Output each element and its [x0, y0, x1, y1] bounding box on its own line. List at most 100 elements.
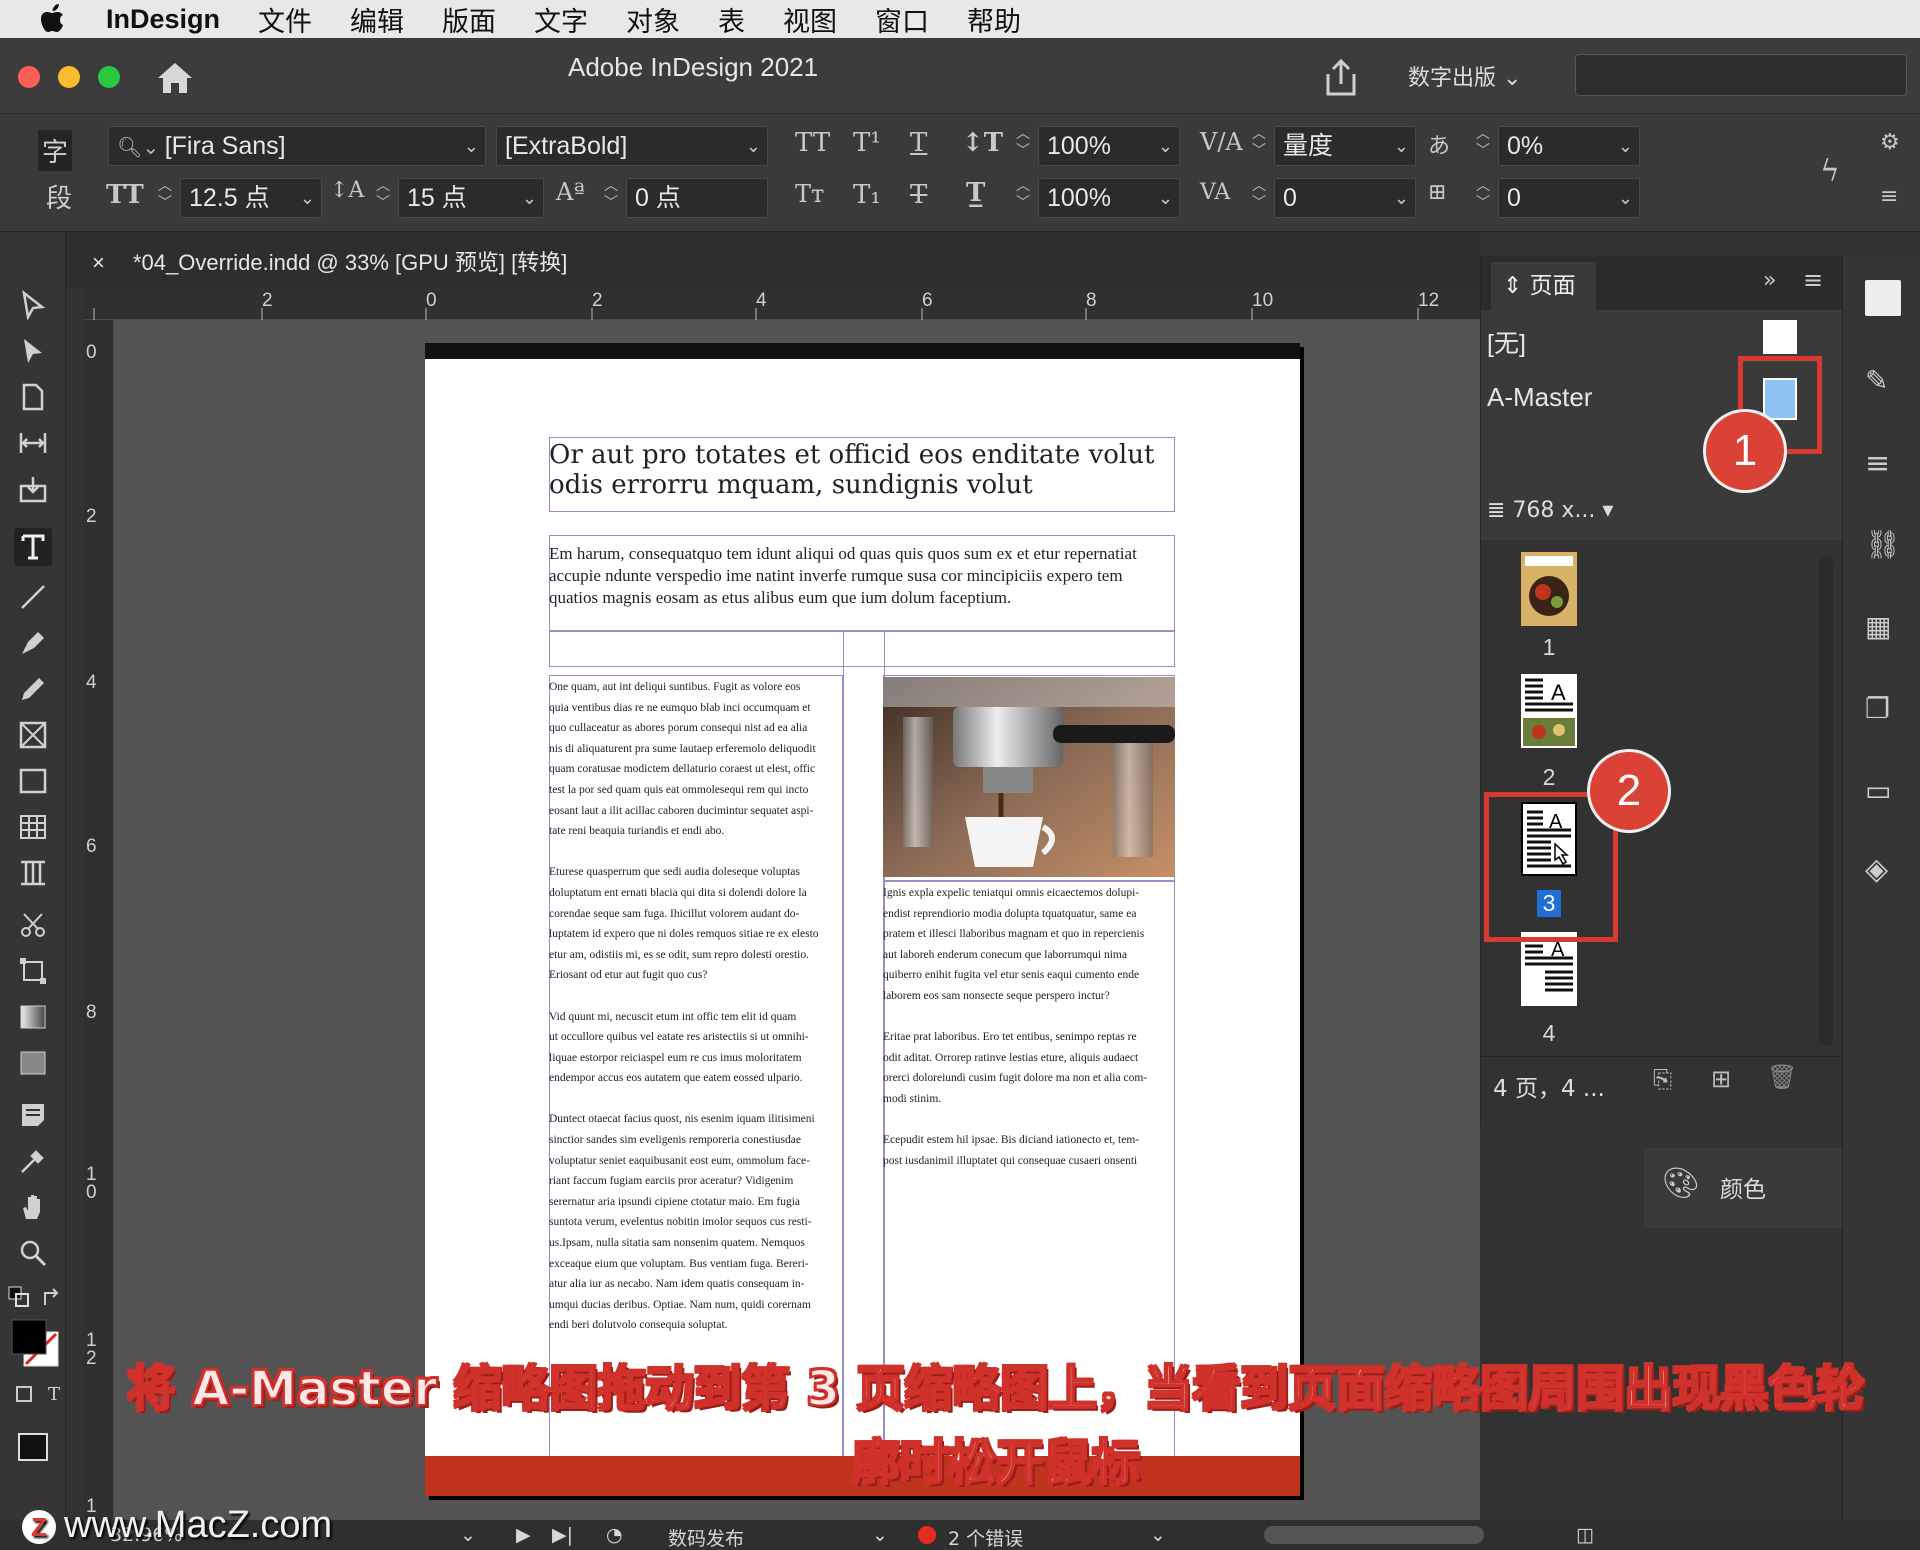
type-tool-icon[interactable] [14, 528, 52, 566]
preflight-icon[interactable]: ◔ [606, 1524, 623, 1546]
edit-page-size-icon[interactable]: ⎘ [1653, 1065, 1672, 1093]
gear-icon[interactable]: ⚙ [1880, 130, 1900, 155]
document-page[interactable]: Or aut pro totates et officid eos endita… [425, 343, 1300, 1496]
screen-mode-icon[interactable] [14, 1428, 52, 1466]
baseline-shift-stepper[interactable]: ︿ ﹀ [600, 178, 622, 218]
workspace-switcher[interactable]: 数字出版 ⌄ [1408, 60, 1521, 92]
zoom-window-button[interactable] [98, 66, 120, 88]
menu-help[interactable]: 帮助 [967, 0, 1021, 39]
chevron-down-icon[interactable]: ⌄ [300, 179, 315, 217]
gradient-feather-tool-icon[interactable] [14, 1044, 52, 1082]
close-tab-icon[interactable]: × [92, 250, 105, 275]
eyedropper-tool-icon[interactable] [14, 1142, 52, 1180]
lightning-icon[interactable]: ϟ [1820, 154, 1840, 189]
menu-type[interactable]: 文字 [534, 0, 588, 39]
chevron-down-icon[interactable]: ⌄ [1618, 179, 1633, 217]
free-transform-tool-icon[interactable] [14, 952, 52, 990]
horizontal-scale-stepper[interactable]: ︿ ﹀ [1012, 178, 1034, 218]
baseline-shift-field[interactable]: 0 点 [626, 178, 768, 218]
menu-file[interactable]: 文件 [258, 0, 312, 39]
paragraph-mode-button[interactable]: 段 [46, 178, 72, 215]
articles-icon[interactable]: ❐ [1865, 692, 1901, 728]
horizontal-scale-field[interactable]: 100% ⌄ [1038, 178, 1180, 218]
error-count[interactable]: 2 个错误 [948, 1524, 1023, 1550]
superscript-button[interactable]: T¹ [853, 128, 881, 158]
line-tool-icon[interactable] [14, 578, 52, 616]
last-page-icon[interactable]: ▶| [552, 1524, 573, 1546]
zoom-tool-icon[interactable] [14, 1234, 52, 1272]
table-tool-2-icon[interactable] [14, 854, 52, 892]
horizontal-scrollbar[interactable] [1264, 1526, 1484, 1544]
kerning-stepper[interactable]: ︿ ﹀ [1248, 126, 1270, 166]
menu-view[interactable]: 视图 [783, 0, 837, 39]
horizontal-ruler[interactable]: 2 0 2 4 6 8 10 12 [84, 288, 1480, 320]
document-tab[interactable]: × *04_Override.indd @ 33% [GPU 预览] [转换] [92, 245, 567, 287]
search-input[interactable] [1575, 54, 1907, 96]
trash-icon[interactable]: 🗑︎ [1767, 1063, 1797, 1091]
pages-scrollbar[interactable] [1819, 556, 1833, 1046]
tracking-field[interactable]: 0 ⌄ [1274, 178, 1416, 218]
menu-table[interactable]: 表 [718, 0, 745, 39]
next-page-icon[interactable]: ▶ [516, 1524, 531, 1546]
vertical-ruler[interactable]: 0 2 4 6 8 1 0 1 2 1 [84, 320, 114, 1520]
chevron-down-icon[interactable]: ⌄ [460, 1524, 476, 1546]
underline-button[interactable]: T [910, 128, 927, 158]
formatting-container-icon[interactable] [12, 1382, 36, 1406]
color-panel-collapsed[interactable]: 🎨︎ 颜色 [1644, 1148, 1842, 1228]
table-tool-icon[interactable] [14, 808, 52, 846]
gradient-swatch-tool-icon[interactable] [14, 998, 52, 1036]
vertical-scale-field[interactable]: 100% ⌄ [1038, 126, 1180, 166]
pages-panel-tab[interactable]: ⇕ 页面 [1491, 262, 1596, 310]
menu-window[interactable]: 窗口 [875, 0, 929, 39]
font-family-field[interactable]: 🔍︎⌄ [Fira Sans] ⌄ [108, 126, 486, 166]
panel-menu-icon[interactable]: ≡ [1880, 184, 1898, 209]
content-panel-icon[interactable]: ✎ [1865, 364, 1901, 400]
scissors-tool-icon[interactable] [14, 906, 52, 944]
pencil-tool-icon[interactable] [14, 670, 52, 708]
selection-tool-icon[interactable] [14, 286, 52, 324]
panel-menu-icon[interactable]: ≡ [1803, 266, 1823, 294]
all-caps-button[interactable]: TT [795, 128, 830, 158]
paragraph-panel-icon[interactable]: ≡ [1865, 446, 1901, 482]
minimize-window-button[interactable] [58, 66, 80, 88]
links-icon[interactable]: ⛓ [1865, 528, 1901, 564]
direct-selection-tool-icon[interactable] [14, 332, 52, 370]
vertical-scale-stepper[interactable]: ︿ ﹀ [1012, 126, 1034, 166]
hand-tool-icon[interactable] [14, 1188, 52, 1226]
skew-field[interactable]: 0% ⌄ [1498, 126, 1640, 166]
chevron-down-icon[interactable]: ⌄ [1158, 179, 1173, 217]
skew-stepper[interactable]: ︿ ﹀ [1472, 126, 1494, 166]
page-thumbnail-4[interactable]: A [1521, 932, 1577, 1006]
rectangle-frame-tool-icon[interactable] [14, 716, 52, 754]
leading-stepper[interactable]: ︿ ﹀ [372, 178, 394, 218]
pen-tool-icon[interactable] [14, 624, 52, 662]
spacing-stepper[interactable]: ︿ ﹀ [1472, 178, 1494, 218]
page-thumbnail-2[interactable]: A [1521, 674, 1577, 748]
content-collector-icon[interactable] [14, 470, 52, 508]
leading-field[interactable]: 15 点 ⌄ [398, 178, 544, 218]
page-size-dropdown[interactable]: ≣ 768 x... ▾ [1487, 498, 1613, 523]
a-master-label[interactable]: A-Master [1487, 382, 1592, 413]
none-master-label[interactable]: [无] [1487, 324, 1526, 360]
page-tool-icon[interactable] [14, 378, 52, 416]
layers-icon[interactable]: ◈ [1865, 852, 1901, 888]
gap-tool-icon[interactable] [14, 424, 52, 462]
menu-app-name[interactable]: InDesign [106, 4, 220, 35]
menu-edit[interactable]: 编辑 [350, 0, 404, 39]
character-mode-button[interactable]: 字 [38, 130, 73, 171]
note-tool-icon[interactable] [14, 1096, 52, 1134]
fill-stroke-swatch[interactable] [10, 1318, 62, 1370]
font-style-field[interactable]: [ExtraBold] ⌄ [496, 126, 768, 166]
preflight-profile[interactable]: 数码发布 [668, 1524, 744, 1550]
formatting-text-icon[interactable]: T [42, 1382, 66, 1406]
chevron-down-icon[interactable]: ⌄ [522, 179, 537, 217]
tracking-stepper[interactable]: ︿ ﹀ [1248, 178, 1270, 218]
rectangle-tool-icon[interactable] [14, 762, 52, 800]
chevron-down-icon[interactable]: ⌄ [872, 1524, 888, 1546]
new-page-icon[interactable]: ⊞ [1711, 1065, 1731, 1093]
font-size-field[interactable]: 12.5 点 ⌄ [180, 178, 322, 218]
panel-expand-icon[interactable]: » [1763, 268, 1776, 293]
chevron-down-icon[interactable]: ⌄ [1394, 127, 1409, 165]
chevron-down-icon[interactable]: ⌄ [1394, 179, 1409, 217]
gradient-panel-icon[interactable]: ▭ [1865, 774, 1901, 810]
